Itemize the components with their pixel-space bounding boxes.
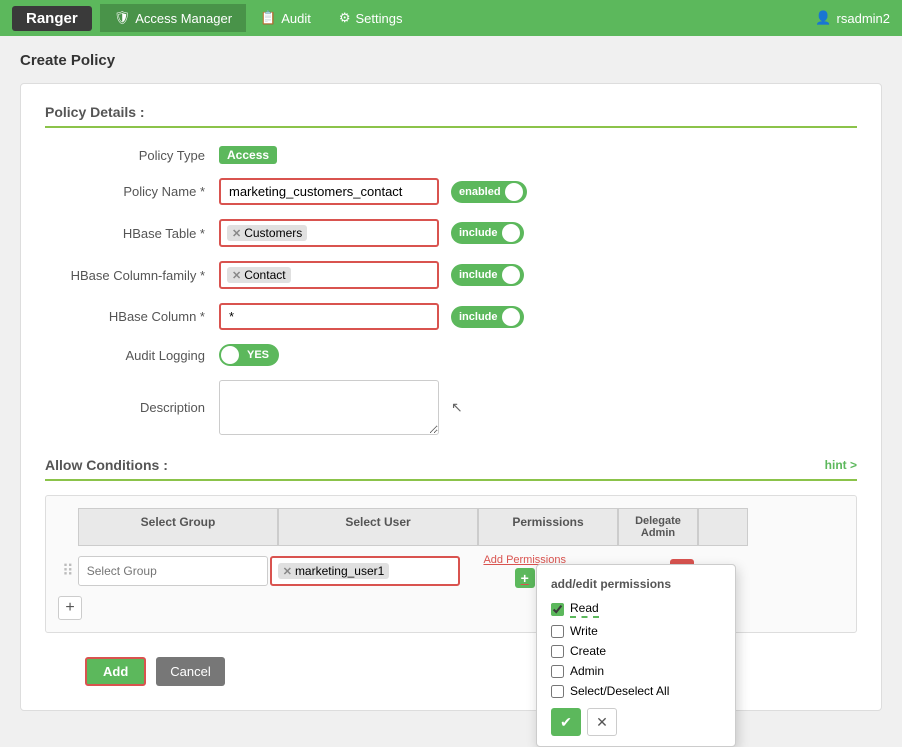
perm-create-row: Create [551,644,721,658]
include-label-1: include [459,227,498,239]
toggle-knob [221,346,239,364]
hint-link[interactable]: hint > [825,458,857,472]
policy-type-control: Access [219,146,857,164]
policy-name-input[interactable] [219,178,439,205]
nav-access-manager[interactable]: 🛡 Access Manager [100,4,246,32]
page-title: Create Policy [20,52,882,69]
perm-read-checkbox[interactable] [551,603,564,616]
drag-handle[interactable]: ⠿ [58,561,78,581]
col-header-group: Select Group [78,508,278,546]
perm-read-label: Read [570,601,599,618]
toggle-knob [505,183,523,201]
policy-name-label: Policy Name * [45,184,205,199]
shield-icon: 🛡 [114,10,131,26]
perm-write-label: Write [570,624,598,638]
hbase-table-input[interactable]: ✕ Customers [219,219,439,247]
permissions-cancel-button[interactable]: ✕ [587,708,617,736]
perm-selectall-label: Select/Deselect All [570,684,669,698]
policy-name-control: enabled [219,178,857,205]
audit-logging-row: Audit Logging YES [45,344,857,366]
include-toggle-3[interactable]: include [451,306,524,328]
hbase-column-label: HBase Column * [45,309,205,324]
policy-name-row: Policy Name * enabled [45,178,857,205]
user-tag[interactable]: ✕ marketing_user1 [278,563,390,579]
permissions-popup-title: add/edit permissions [551,577,721,591]
hbase-column-family-input[interactable]: ✕ Contact [219,261,439,289]
contact-tag[interactable]: ✕ Contact [227,267,291,283]
perm-select-deselect-row: Select/Deselect All [551,684,721,698]
permissions-ok-button[interactable]: ✔ [551,708,581,736]
policy-details-section-header: Policy Details : [45,104,857,128]
add-button[interactable]: Add [85,657,146,686]
include-toggle-2[interactable]: include [451,264,524,286]
top-nav: Ranger 🛡 Access Manager 📋 Audit ⚙ Settin… [0,0,902,36]
perm-selectall-checkbox[interactable] [551,685,564,698]
policy-type-label: Policy Type [45,148,205,163]
add-permissions-plus-btn[interactable]: + [515,568,535,588]
hbase-column-family-label: HBase Column-family * [45,268,205,283]
customers-tag[interactable]: ✕ Customers [227,225,307,241]
col-header-perms: Permissions [478,508,618,546]
contact-tag-remove[interactable]: ✕ [232,269,241,282]
hbase-table-row: HBase Table * ✕ Customers include [45,219,857,247]
hbase-table-label: HBase Table * [45,226,205,241]
description-textarea[interactable] [219,380,439,435]
brand-logo[interactable]: Ranger [12,6,92,31]
hbase-column-family-control: ✕ Contact include [219,261,857,289]
hbase-column-control: include [219,303,857,330]
include-toggle-1[interactable]: include [451,222,524,244]
enabled-toggle[interactable]: enabled [451,181,527,203]
audit-icon: 📋 [260,10,276,26]
add-row-button[interactable]: + [58,596,82,620]
user-tag-remove[interactable]: ✕ [283,565,292,578]
perm-admin-row: Admin [551,664,721,678]
allow-conditions-header: Allow Conditions : hint > [45,457,857,481]
col-header-actions [698,508,748,546]
hbase-column-input[interactable] [219,303,439,330]
enabled-label: enabled [459,186,501,198]
perm-read-row: Read [551,601,721,618]
cursor-icon: ↖ [451,399,463,416]
gear-icon: ⚙ [339,10,351,26]
audit-yes-label: YES [243,349,273,361]
permissions-popup-actions: ✔ ✕ [551,708,721,736]
audit-logging-toggle[interactable]: YES [219,344,279,366]
hbase-table-control: ✕ Customers include [219,219,857,247]
policy-type-badge: Access [219,146,277,164]
perm-write-checkbox[interactable] [551,625,564,638]
policy-type-row: Policy Type Access [45,146,857,164]
description-row: Description ↖ [45,380,857,435]
user-badge: 👤 rsadmin2 [815,10,890,26]
main-card: Policy Details : Policy Type Access Poli… [20,83,882,711]
hbase-column-row: HBase Column * include [45,303,857,330]
audit-logging-label: Audit Logging [45,348,205,363]
page-wrapper: Create Policy Policy Details : Policy Ty… [0,36,902,727]
allow-conditions-label: Allow Conditions : [45,457,168,473]
hbase-column-family-row: HBase Column-family * ✕ Contact include [45,261,857,289]
user-icon: 👤 [815,10,831,26]
select-group-input[interactable] [78,556,268,586]
col-header-delegate: DelegateAdmin [618,508,698,546]
select-user-input[interactable]: ✕ marketing_user1 [270,556,460,586]
nav-settings[interactable]: ⚙ Settings [325,4,417,32]
col-header-user: Select User [278,508,478,546]
conditions-area: Select Group Select User Permissions Del… [45,495,857,633]
customers-tag-remove[interactable]: ✕ [232,227,241,240]
include-label-2: include [459,269,498,281]
cancel-button[interactable]: Cancel [156,657,224,686]
permissions-popup: add/edit permissions Read Write Create [536,564,736,747]
conditions-table-header: Select Group Select User Permissions Del… [78,508,844,546]
nav-audit[interactable]: 📋 Audit [246,4,325,32]
perm-admin-checkbox[interactable] [551,665,564,678]
perm-create-checkbox[interactable] [551,645,564,658]
perm-create-label: Create [570,644,606,658]
perm-admin-label: Admin [570,664,604,678]
allow-conditions-section: Allow Conditions : hint > Select Group S… [45,457,857,633]
description-label: Description [45,400,205,415]
include-label-3: include [459,311,498,323]
perm-write-row: Write [551,624,721,638]
